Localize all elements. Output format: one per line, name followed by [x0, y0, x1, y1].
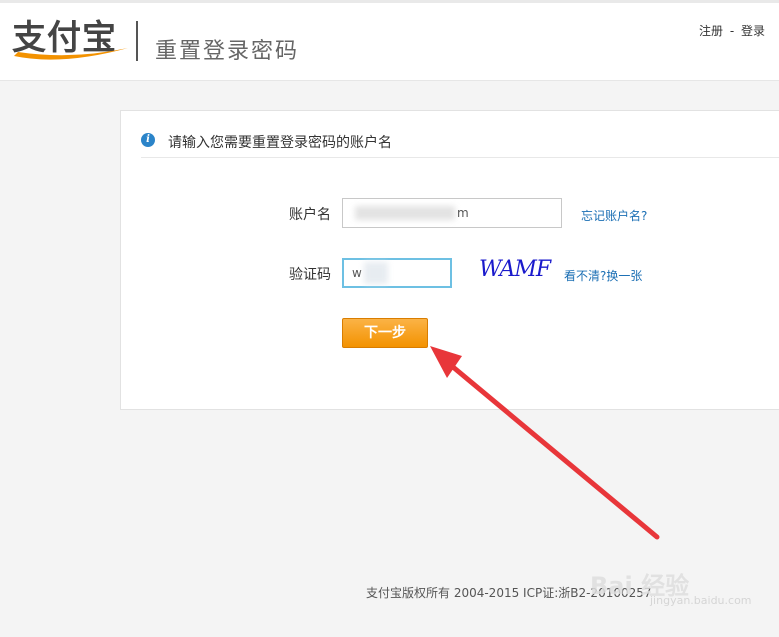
- captcha-image[interactable]: WAMF: [479, 258, 551, 282]
- watermark-sub: jingyan.baidu.com: [650, 594, 752, 607]
- watermark: Bai 经验 jingyan.baidu.com: [590, 566, 770, 607]
- captcha-input[interactable]: w: [342, 258, 452, 288]
- info-icon: i: [141, 133, 155, 147]
- alipay-logo[interactable]: 支付宝: [12, 18, 130, 64]
- captcha-value: w: [352, 266, 362, 280]
- top-links: 注册 - 登录: [699, 22, 765, 39]
- card-header: i 请输入您需要重置登录密码的账户名: [141, 131, 779, 158]
- captcha-label: 验证码: [289, 267, 331, 283]
- account-input[interactable]: m: [342, 198, 562, 228]
- forgot-account-link[interactable]: 忘记账户名?: [581, 207, 647, 224]
- next-step-button[interactable]: 下一步: [342, 318, 428, 348]
- link-separator: -: [729, 24, 735, 38]
- top-border: [0, 0, 779, 3]
- page-header: 支付宝 重置登录密码 注册 - 登录: [0, 0, 779, 81]
- captcha-refresh-link[interactable]: 看不清?换一张: [564, 267, 642, 284]
- account-redaction: [355, 206, 455, 220]
- header-divider: [136, 21, 138, 61]
- account-value-suffix: m: [457, 206, 469, 220]
- register-link[interactable]: 注册: [699, 24, 723, 38]
- card-title: 请输入您需要重置登录密码的账户名: [168, 135, 392, 151]
- page-title: 重置登录密码: [155, 39, 300, 64]
- account-label: 账户名: [289, 207, 331, 223]
- reset-password-card: i 请输入您需要重置登录密码的账户名 账户名 m 忘记账户名? 验证码 w WA…: [120, 110, 779, 410]
- logo-swoosh-icon: [14, 48, 128, 60]
- login-link[interactable]: 登录: [741, 24, 765, 38]
- captcha-redaction: [364, 262, 388, 284]
